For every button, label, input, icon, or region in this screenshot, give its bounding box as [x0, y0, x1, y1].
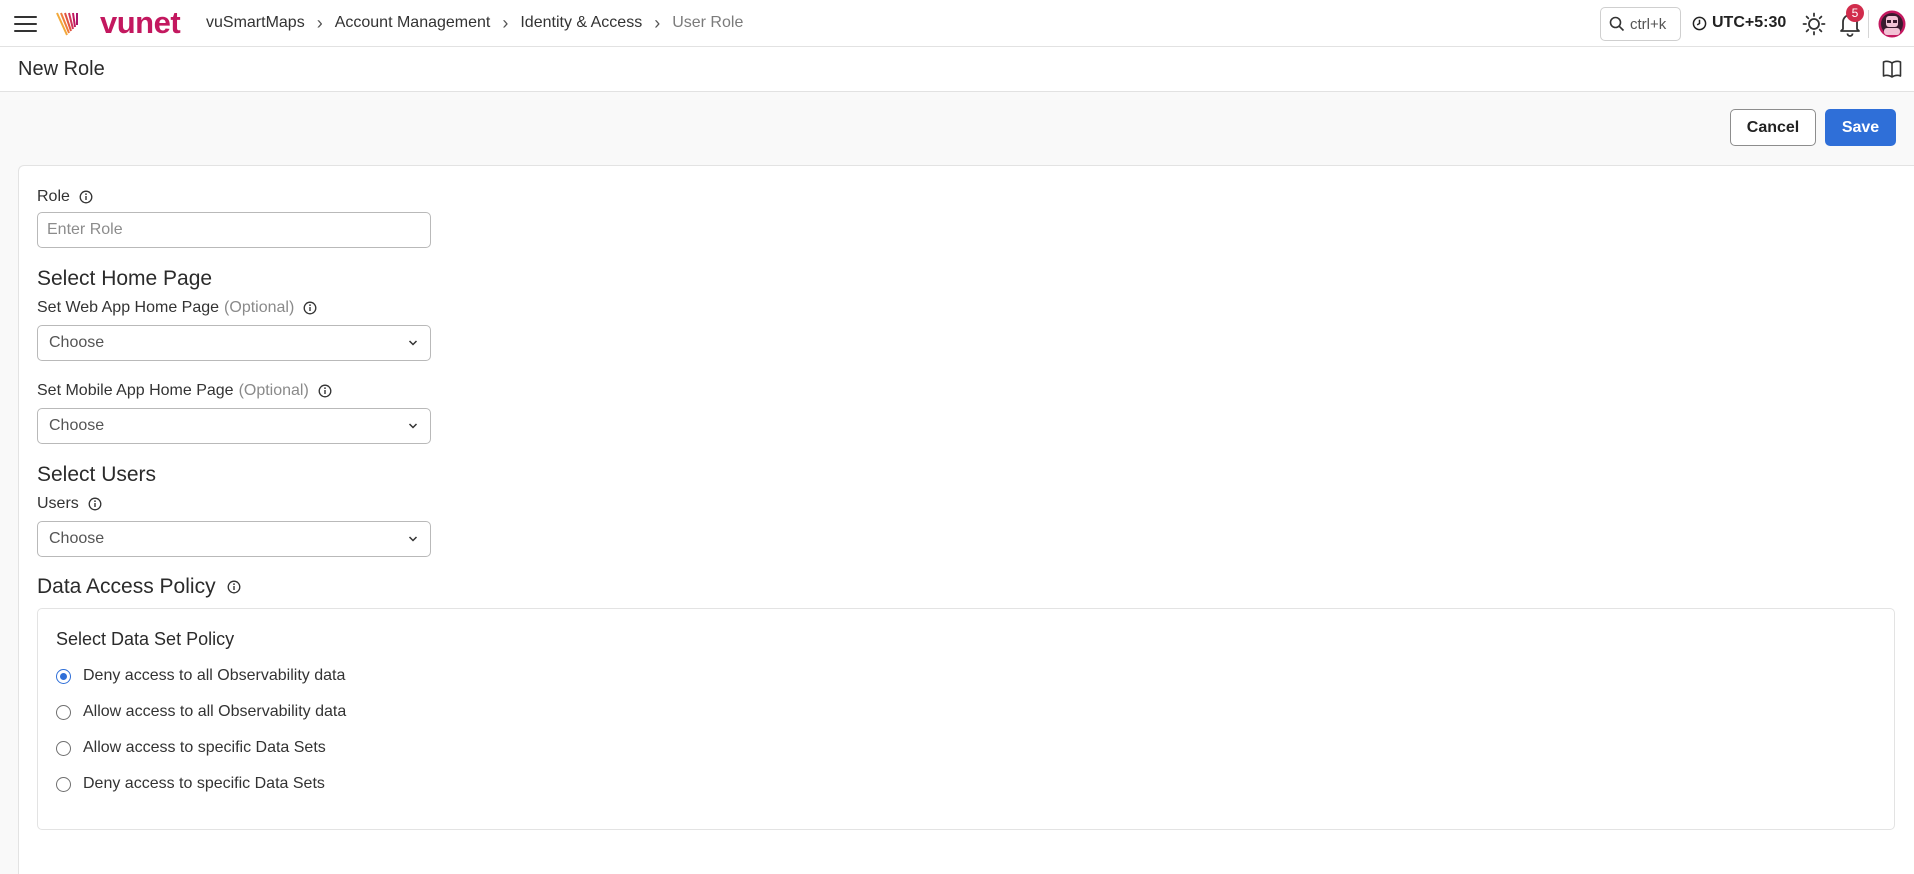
search-icon: [1609, 16, 1625, 32]
chevron-down-icon: [408, 423, 418, 429]
web-home-label-row: Set Web App Home Page (Optional): [37, 299, 317, 317]
radio-button[interactable]: [56, 668, 71, 684]
info-icon[interactable]: [88, 497, 102, 511]
data-set-policy-title: Select Data Set Policy: [56, 629, 235, 649]
optional-tag: (Optional): [224, 299, 295, 316]
role-label-row: Role: [37, 188, 93, 206]
cancel-button[interactable]: Cancel: [1730, 109, 1816, 146]
sun-icon[interactable]: [1802, 12, 1826, 36]
radio-button[interactable]: [56, 776, 71, 792]
policy-option-label: Deny access to specific Data Sets: [83, 775, 325, 792]
page-header: New Role: [0, 47, 1914, 92]
timezone-label: UTC+5:30: [1712, 14, 1787, 31]
mobile-home-label-row: Set Mobile App Home Page (Optional): [37, 382, 332, 400]
vunet-logo-mark: [56, 12, 78, 36]
policy-option-allow-all[interactable]: Allow access to all Observability data: [56, 703, 346, 721]
chevron-down-icon: [408, 340, 418, 346]
top-bar: vunet vuSmartMaps › Account Management ›…: [0, 0, 1914, 47]
users-label-row: Users: [37, 495, 102, 513]
mobile-home-page-select[interactable]: Choose: [37, 408, 431, 444]
page-title: New Role: [18, 58, 105, 80]
data-set-policy-panel: Select Data Set Policy Deny access to al…: [37, 608, 1895, 830]
menu-icon[interactable]: [14, 13, 38, 35]
select-value: Choose: [49, 417, 105, 434]
role-form-card: Role Select Home Page Set Web App Home P…: [18, 165, 1914, 874]
chevron-down-icon: [408, 536, 418, 542]
search-button[interactable]: ctrl+k: [1600, 7, 1681, 41]
breadcrumb-account-management[interactable]: Account Management: [335, 14, 491, 32]
chevron-right-icon: ›: [502, 13, 509, 33]
policy-option-deny-all[interactable]: Deny access to all Observability data: [56, 667, 345, 685]
breadcrumb-vusmartmaps[interactable]: vuSmartMaps: [206, 14, 305, 32]
policy-option-allow-specific[interactable]: Allow access to specific Data Sets: [56, 739, 326, 757]
select-value: Choose: [49, 530, 105, 547]
select-value: Choose: [49, 334, 105, 351]
breadcrumb-current: User Role: [672, 14, 744, 31]
info-icon[interactable]: [227, 580, 241, 594]
info-icon[interactable]: [318, 384, 332, 398]
info-icon[interactable]: [303, 301, 317, 315]
policy-option-label: Allow access to specific Data Sets: [83, 739, 326, 756]
save-button[interactable]: Save: [1825, 109, 1896, 146]
divider: [1868, 10, 1869, 38]
book-icon[interactable]: [1882, 60, 1902, 78]
optional-tag: (Optional): [238, 382, 309, 399]
notification-badge: 5: [1846, 4, 1864, 22]
policy-option-label: Deny access to all Observability data: [83, 667, 346, 684]
policy-option-deny-specific[interactable]: Deny access to specific Data Sets: [56, 775, 325, 793]
chevron-right-icon: ›: [654, 13, 661, 33]
policy-option-label: Allow access to all Observability data: [83, 703, 347, 720]
timezone-selector[interactable]: UTC+5:30: [1692, 14, 1786, 32]
info-icon[interactable]: [79, 190, 93, 204]
role-label: Role: [37, 188, 70, 205]
home-page-section-title: Select Home Page: [37, 267, 213, 290]
breadcrumb: vuSmartMaps › Account Management › Ident…: [206, 14, 743, 32]
web-home-label: Set Web App Home Page: [37, 299, 220, 316]
radio-button[interactable]: [56, 740, 71, 756]
web-home-page-select[interactable]: Choose: [37, 325, 431, 361]
search-shortcut: ctrl+k: [1630, 15, 1667, 33]
breadcrumb-identity-access[interactable]: Identity & Access: [520, 14, 642, 32]
mobile-home-label: Set Mobile App Home Page: [37, 382, 234, 399]
role-input[interactable]: [37, 212, 431, 248]
users-label: Users: [37, 495, 79, 512]
clock-icon: [1692, 16, 1707, 30]
data-access-policy-title: Data Access Policy: [37, 575, 216, 598]
chevron-right-icon: ›: [316, 13, 323, 33]
vunet-logo-text[interactable]: vunet: [100, 6, 181, 40]
radio-button[interactable]: [56, 704, 71, 720]
data-access-policy-title-row: Data Access Policy: [37, 575, 241, 599]
users-section-title: Select Users: [37, 463, 157, 486]
user-avatar-icon[interactable]: [1878, 10, 1906, 38]
users-select[interactable]: Choose: [37, 521, 431, 557]
